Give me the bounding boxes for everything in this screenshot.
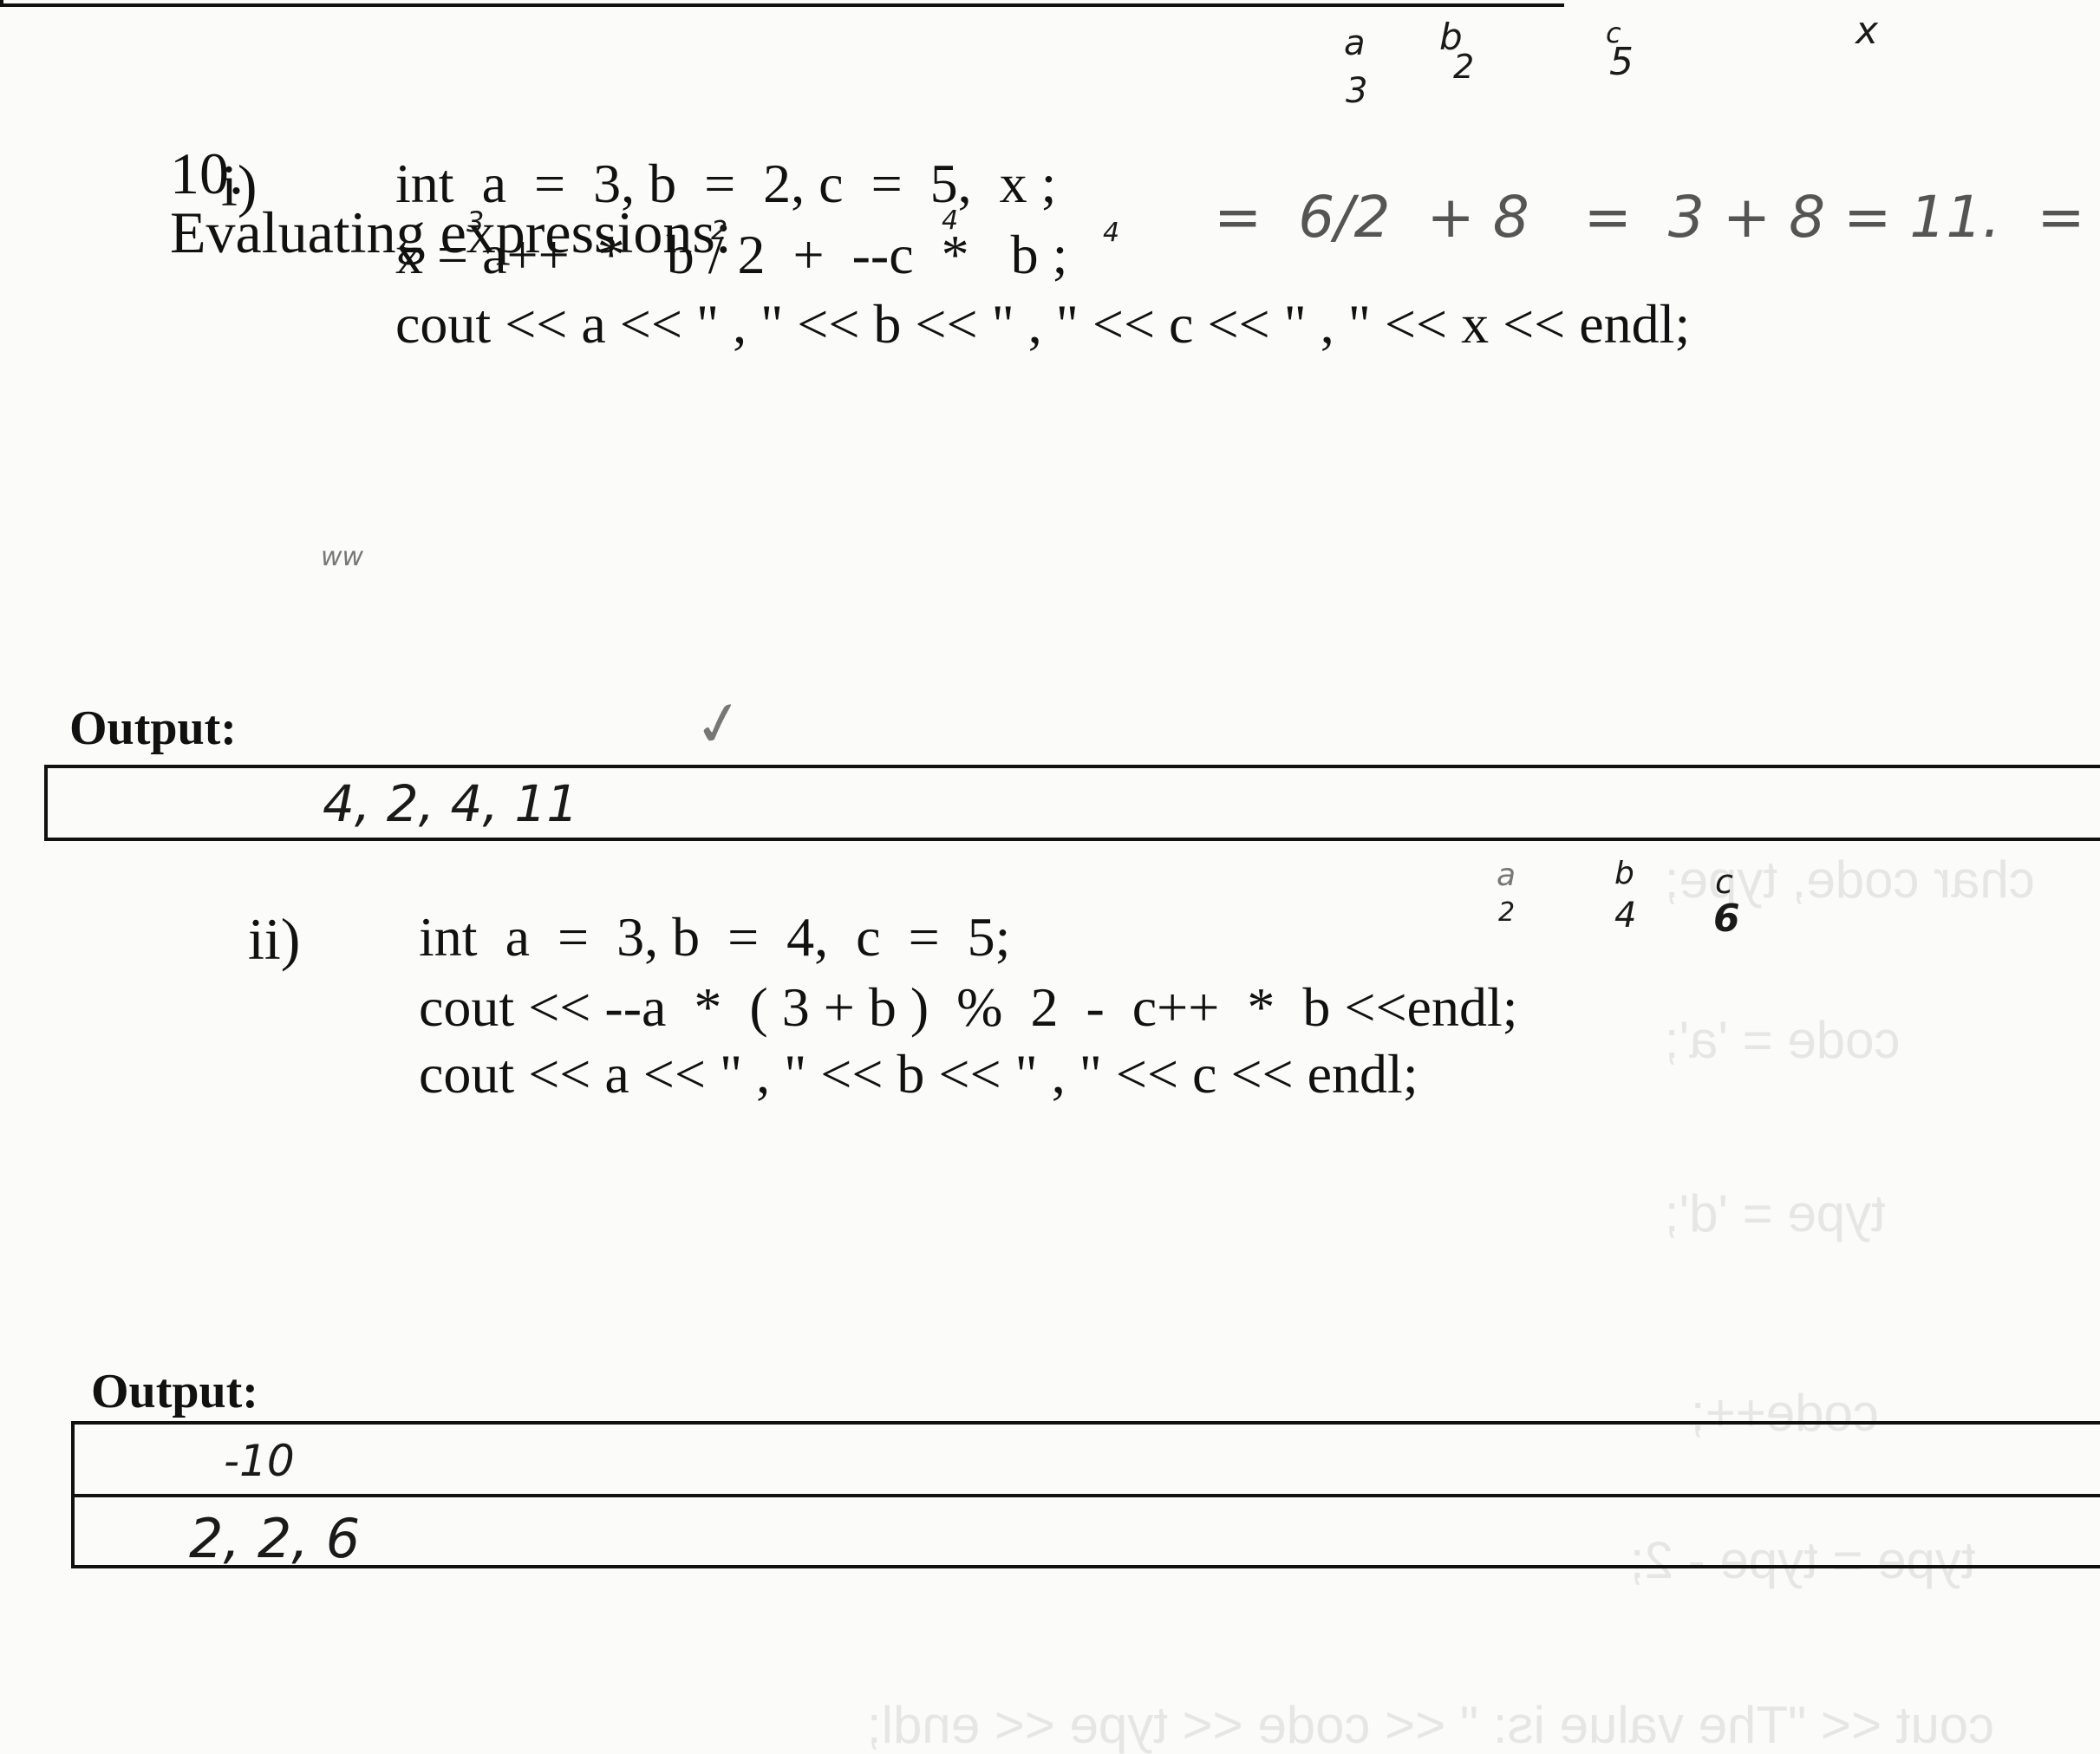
annotation-above-c: 4 xyxy=(942,205,959,236)
annotation-above-b2: 4 xyxy=(1103,218,1120,248)
output-answer-ii-line-1: -10 xyxy=(224,1436,295,1486)
output-answer-ii-line-2: 2, 2, 6 xyxy=(189,1507,361,1570)
annotation-var-b-value: 2 xyxy=(1453,48,1475,86)
part-ii-label: ii) xyxy=(248,906,301,972)
annotation-ii-var-a: a xyxy=(1497,857,1516,893)
annotation-ii-var-b: b xyxy=(1614,856,1634,891)
output-label-i: Output: xyxy=(69,701,237,755)
part-i-code-line-2: x = a++ * b / 2 + --c * b ; xyxy=(395,224,1068,285)
part-i-label: i) xyxy=(221,153,258,218)
output-label-ii: Output: xyxy=(91,1365,258,1418)
output-box-ii-divider xyxy=(73,1494,2100,1497)
annotation-var-a: a xyxy=(1344,23,1366,63)
part-i-code-line-1: int a = 3, b = 2, c = 5, x ; xyxy=(395,153,1057,214)
output-answer-i: 4, 2, 4, 11 xyxy=(323,774,579,833)
annotation-above-b: 2 xyxy=(711,216,728,246)
part-i-code-line-3: cout << a << " , " << b << " , " << c <<… xyxy=(395,293,1691,355)
part-ii-code-line-1: int a = 3, b = 4, c = 5; xyxy=(419,906,1011,968)
annotation-ii-var-b-value: 4 xyxy=(1614,896,1637,936)
annotation-calculation-work: = 6/2 + 8 = 3 + 8 = 11. = xyxy=(1214,184,2085,251)
bleed-through-line: code = 'a'; xyxy=(1665,1011,1901,1069)
annotation-scribble: ww xyxy=(321,542,364,572)
bleed-through-line: type = 'd'; xyxy=(1665,1184,1886,1242)
annotation-var-a-value: 3 xyxy=(1346,71,1368,111)
annotation-ii-var-a-value: 2 xyxy=(1498,897,1516,928)
check-mark-icon: ✓ xyxy=(688,684,751,764)
annotation-ii-var-c: c xyxy=(1715,863,1733,901)
part-ii-code-line-2: cout << --a * ( 3 + b ) % 2 - c++ * b <<… xyxy=(419,976,1518,1038)
annotation-var-x: x xyxy=(1855,9,1879,53)
annotation-ii-var-c-value: 6 xyxy=(1713,897,1740,941)
previous-box-border xyxy=(0,0,1564,7)
part-ii-code-line-3: cout << a << " , " << b << " , " << c <<… xyxy=(419,1043,1418,1105)
annotation-above-a: 3 xyxy=(466,205,485,238)
bleed-through-line: cout << "The value is: " << code << type… xyxy=(867,1696,1995,1754)
annotation-var-c-value: 5 xyxy=(1609,40,1634,84)
